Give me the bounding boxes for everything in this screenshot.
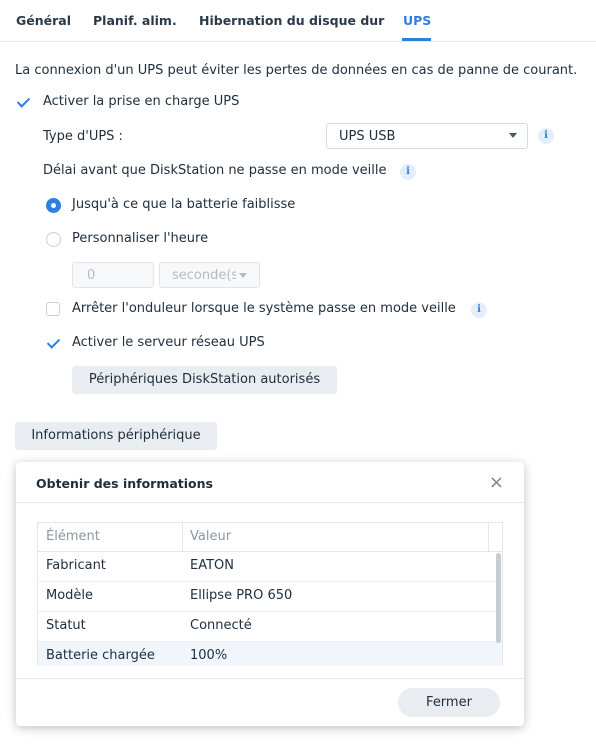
chevron-down-icon <box>509 133 517 138</box>
enable-ups-label: Activer la prise en charge UPS <box>43 94 240 109</box>
info-icon[interactable]: i <box>471 302 487 318</box>
column-divider <box>488 523 489 551</box>
radio-custom-time-label: Personnaliser l'heure <box>72 231 209 246</box>
tab-bar: Général Planif. alim. Hibernation du dis… <box>0 0 596 42</box>
permitted-devices-button[interactable]: Périphériques DiskStation autorisés <box>72 366 337 394</box>
custom-time-input[interactable]: 0 <box>72 262 154 288</box>
network-ups-server-checkbox[interactable] <box>46 336 60 350</box>
table-header: Élément Valeur <box>38 523 502 552</box>
divider <box>16 678 524 679</box>
shutdown-ups-label: Arrêter l'onduleur lorsque le système pa… <box>72 301 456 316</box>
tab-general[interactable]: Général <box>16 13 71 28</box>
info-icon[interactable]: i <box>538 128 554 144</box>
time-unit-select[interactable]: seconde(s) <box>159 262 260 288</box>
table-row[interactable]: Fabricant EATON <box>38 552 502 582</box>
divider <box>16 502 524 503</box>
info-icon[interactable]: i <box>400 164 416 180</box>
radio-low-battery-label: Jusqu'à ce que la batterie faiblisse <box>72 197 296 212</box>
row-value: Connecté <box>190 618 252 633</box>
chevron-down-icon <box>239 273 247 278</box>
ups-type-select[interactable]: UPS USB <box>326 123 528 149</box>
table-row[interactable]: Statut Connecté <box>38 612 502 642</box>
device-info-button[interactable]: Informations périphérique <box>15 422 217 450</box>
column-header-value[interactable]: Valeur <box>190 529 231 544</box>
tab-power-schedule[interactable]: Planif. alim. <box>93 13 177 28</box>
table-scrollbar[interactable] <box>496 553 501 643</box>
row-value: 100% <box>190 648 228 663</box>
row-value: Ellipse PRO 650 <box>190 588 293 603</box>
row-value: EATON <box>190 558 234 573</box>
column-header-item[interactable]: Élément <box>46 529 100 544</box>
time-unit-value: seconde(s) <box>172 268 236 283</box>
row-item: Batterie chargée <box>46 648 155 663</box>
active-tab-indicator <box>402 38 431 41</box>
enable-ups-checkbox[interactable] <box>16 95 30 109</box>
dialog-title: Obtenir des informations <box>36 476 213 491</box>
close-button[interactable]: Fermer <box>398 688 500 717</box>
custom-time-value: 0 <box>87 268 96 283</box>
radio-low-battery[interactable] <box>46 198 61 213</box>
row-item: Statut <box>46 618 86 633</box>
table-row[interactable]: Batterie chargée 100% <box>38 642 502 666</box>
ups-type-value: UPS USB <box>339 129 396 144</box>
table-row[interactable]: Modèle Ellipse PRO 650 <box>38 582 502 612</box>
device-info-dialog: Obtenir des informations × Élément Valeu… <box>16 462 524 726</box>
row-item: Fabricant <box>46 558 106 573</box>
close-icon[interactable]: × <box>489 472 504 493</box>
standby-delay-label: Délai avant que DiskStation ne passe en … <box>43 163 387 178</box>
row-item: Modèle <box>46 588 94 603</box>
column-divider <box>182 523 183 551</box>
ups-type-label: Type d'UPS : <box>43 129 123 144</box>
shutdown-ups-checkbox[interactable] <box>46 302 60 316</box>
network-ups-server-label: Activer le serveur réseau UPS <box>72 335 265 350</box>
tab-hdd-hibernation[interactable]: Hibernation du disque dur <box>199 13 384 28</box>
info-table: Élément Valeur Fabricant EATON Modèle El… <box>37 522 503 666</box>
tab-ups[interactable]: UPS <box>403 13 431 28</box>
ups-description: La connexion d'un UPS peut éviter les pe… <box>15 63 578 78</box>
radio-custom-time[interactable] <box>46 232 61 247</box>
